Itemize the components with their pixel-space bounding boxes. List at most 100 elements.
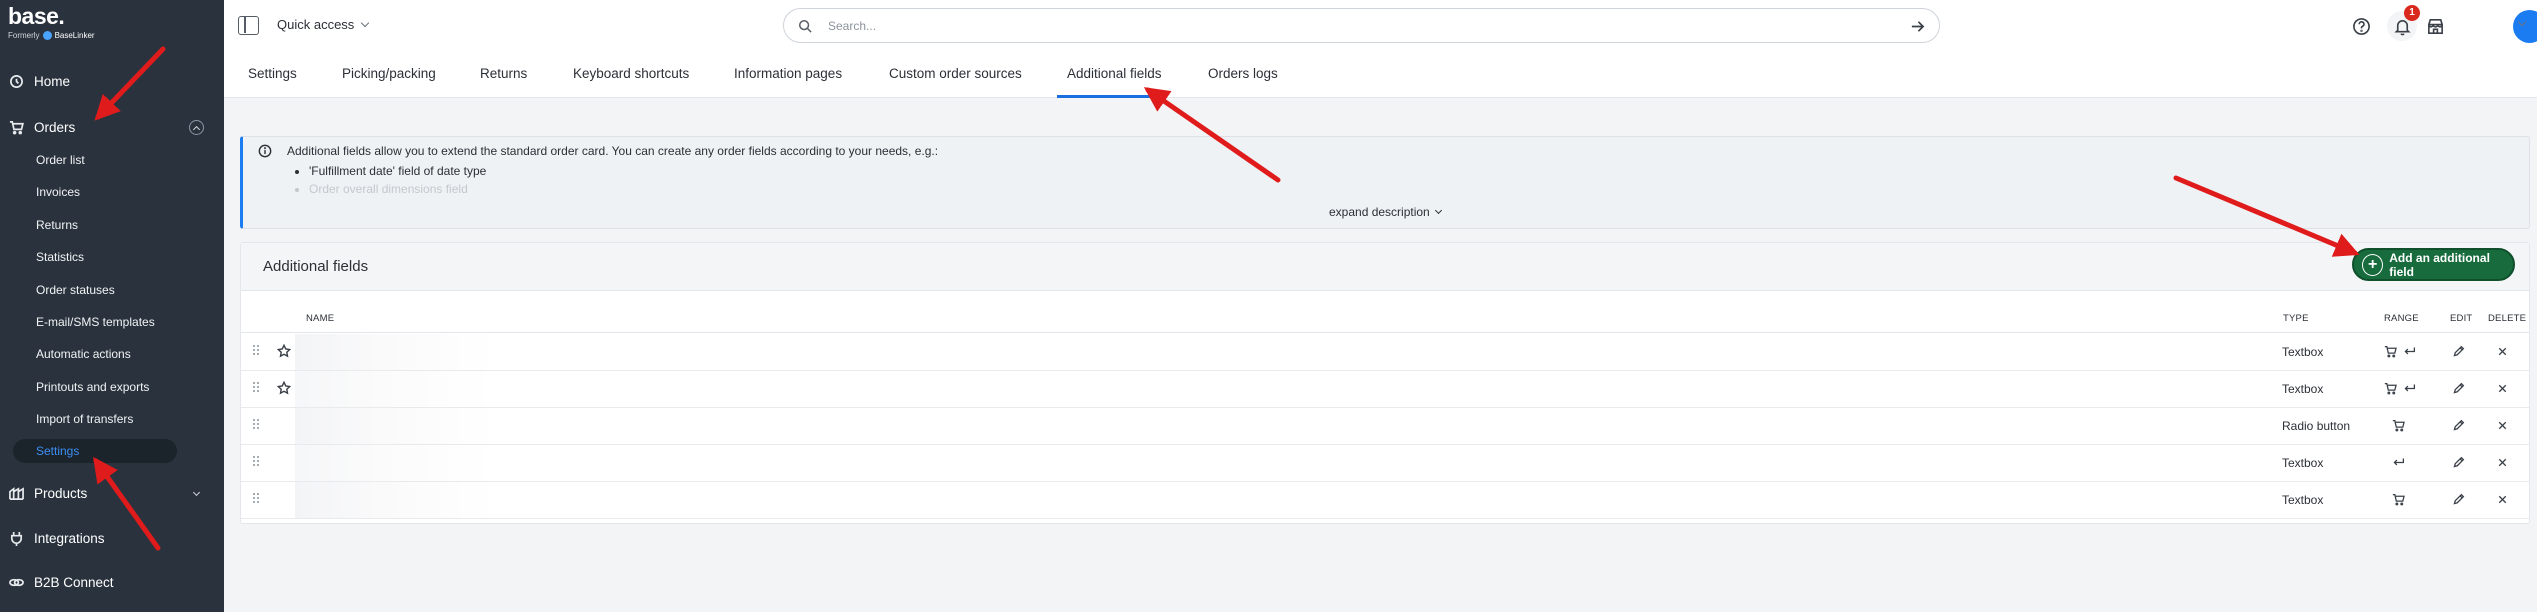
- sidebar-item-import-transfers[interactable]: Import of transfers: [36, 407, 133, 431]
- expand-description-label: expand description: [1329, 205, 1430, 219]
- return-icon: [2403, 345, 2418, 360]
- sidebar-item-integrations[interactable]: Integrations: [0, 523, 224, 553]
- sidebar-item-statistics[interactable]: Statistics: [36, 245, 84, 269]
- sidebar-item-printouts-exports[interactable]: Printouts and exports: [36, 375, 149, 399]
- sidebar-item-label: Home: [34, 73, 71, 89]
- sidebar-item-order-statuses[interactable]: Order statuses: [36, 278, 115, 302]
- drag-handle-icon[interactable]: [253, 456, 261, 468]
- add-additional-field-button[interactable]: + Add an additional field: [2352, 248, 2515, 281]
- delete-close-icon[interactable]: [2496, 382, 2511, 397]
- brand-name: base.: [8, 3, 65, 29]
- column-header-delete: DELETE: [2488, 313, 2527, 324]
- column-header-edit: EDIT: [2450, 313, 2473, 324]
- products-icon: [9, 486, 24, 500]
- drag-handle-icon[interactable]: [253, 419, 261, 431]
- info-example-item: 'Fulfillment date' field of date type: [309, 162, 486, 180]
- edit-pencil-icon[interactable]: [2452, 419, 2467, 434]
- drag-handle-icon[interactable]: [253, 345, 261, 357]
- return-icon: [2403, 382, 2418, 397]
- table-row: Textbox: [241, 371, 2529, 408]
- field-type: Textbox: [2282, 456, 2324, 470]
- delete-close-icon[interactable]: [2496, 456, 2511, 471]
- sidebar-item-email-sms-templates[interactable]: E-mail/SMS templates: [36, 310, 155, 334]
- cart-icon: [2384, 382, 2399, 397]
- tab-orders-logs[interactable]: Orders logs: [1208, 66, 1278, 81]
- info-example-item: Order overall dimensions field: [309, 180, 486, 198]
- cart-icon: [2384, 345, 2399, 360]
- collapse-orders-icon[interactable]: [189, 120, 204, 135]
- edit-pencil-icon[interactable]: [2452, 456, 2467, 471]
- return-icon: [2392, 456, 2407, 471]
- tab-returns[interactable]: Returns: [480, 66, 527, 81]
- sidebar-item-b2b-connect[interactable]: B2B Connect: [0, 567, 224, 597]
- delete-close-icon[interactable]: [2496, 493, 2511, 508]
- avatar[interactable]: [2513, 10, 2537, 43]
- field-name-redacted: [295, 408, 495, 444]
- sidebar-item-order-list[interactable]: Order list: [36, 148, 85, 172]
- sidebar-item-products[interactable]: Products: [0, 478, 224, 508]
- sidebar-toggle-icon[interactable]: [238, 16, 259, 35]
- add-button-label: Add an additional field: [2389, 250, 2490, 279]
- help-icon[interactable]: [2349, 14, 2373, 38]
- brand-formerly: Formerly BaseLinker: [8, 31, 95, 40]
- edit-pencil-icon[interactable]: [2452, 493, 2467, 508]
- link-icon: [9, 578, 24, 586]
- quick-access-label: Quick access: [277, 17, 355, 32]
- drag-handle-icon[interactable]: [253, 493, 261, 505]
- tab-additional-fields[interactable]: Additional fields: [1067, 66, 1162, 81]
- edit-pencil-icon[interactable]: [2452, 382, 2467, 397]
- field-type: Textbox: [2282, 345, 2324, 359]
- field-name-redacted: [295, 482, 495, 518]
- notification-count-badge: 1: [2404, 5, 2420, 21]
- sidebar-item-settings[interactable]: Settings: [13, 439, 177, 463]
- arrow-right-icon[interactable]: [1910, 19, 1925, 34]
- drag-handle-icon[interactable]: [253, 382, 261, 394]
- field-type: Textbox: [2282, 382, 2324, 396]
- info-description-box: Additional fields allow you to extend th…: [240, 136, 2530, 229]
- info-icon: [258, 144, 272, 158]
- formerly-label: Formerly: [8, 31, 40, 40]
- field-type: Radio button: [2282, 419, 2351, 433]
- tab-keyboard-shortcuts[interactable]: Keyboard shortcuts: [573, 66, 689, 81]
- field-name-redacted: [295, 371, 495, 407]
- tab-picking-packing[interactable]: Picking/packing: [342, 66, 436, 81]
- cart-icon: [9, 120, 24, 134]
- tab-settings[interactable]: Settings: [248, 66, 297, 81]
- table-header: NAME TYPE RANGE EDIT DELETE: [241, 303, 2529, 333]
- panel-title: Additional fields: [263, 258, 369, 275]
- expand-description-link[interactable]: expand description: [1329, 205, 1442, 219]
- table-row: Textbox: [241, 334, 2529, 371]
- star-icon[interactable]: [276, 343, 293, 360]
- edit-pencil-icon[interactable]: [2452, 345, 2467, 360]
- column-header-name: NAME: [306, 313, 335, 324]
- sidebar-item-label: Integrations: [34, 530, 105, 546]
- info-text: Additional fields allow you to extend th…: [287, 144, 939, 158]
- table-row: Textbox: [241, 482, 2529, 519]
- sidebar-item-invoices[interactable]: Invoices: [36, 180, 80, 204]
- sidebar-item-returns[interactable]: Returns: [36, 213, 78, 237]
- chevron-down-icon: [1434, 206, 1442, 215]
- notifications-button[interactable]: 1: [2387, 5, 2420, 41]
- quick-access-dropdown[interactable]: Quick access: [277, 17, 370, 32]
- sidebar: base. Formerly BaseLinker Home Orders Or…: [0, 0, 224, 612]
- cart-icon: [2392, 419, 2407, 434]
- formerly-brand-name: BaseLinker: [54, 31, 95, 40]
- star-icon[interactable]: [276, 380, 293, 397]
- settings-tabs: Settings Picking/packing Returns Keyboar…: [224, 52, 2537, 98]
- store-icon[interactable]: [2423, 14, 2447, 38]
- search-icon: [798, 19, 812, 33]
- field-type: Textbox: [2282, 493, 2324, 507]
- sidebar-item-label: Orders: [34, 119, 76, 135]
- delete-close-icon[interactable]: [2496, 345, 2511, 360]
- search-input[interactable]: [828, 17, 1878, 35]
- delete-close-icon[interactable]: [2496, 419, 2511, 434]
- tab-custom-order-sources[interactable]: Custom order sources: [889, 66, 1022, 81]
- table-row: Textbox: [241, 445, 2529, 482]
- sidebar-item-home[interactable]: Home: [0, 66, 224, 96]
- brand-logo[interactable]: base. Formerly BaseLinker: [8, 4, 95, 40]
- sidebar-item-automatic-actions[interactable]: Automatic actions: [36, 342, 131, 366]
- field-name-redacted: [295, 445, 495, 481]
- expand-products-icon[interactable]: [189, 486, 204, 501]
- sidebar-item-orders[interactable]: Orders: [0, 112, 224, 142]
- tab-information-pages[interactable]: Information pages: [734, 66, 842, 81]
